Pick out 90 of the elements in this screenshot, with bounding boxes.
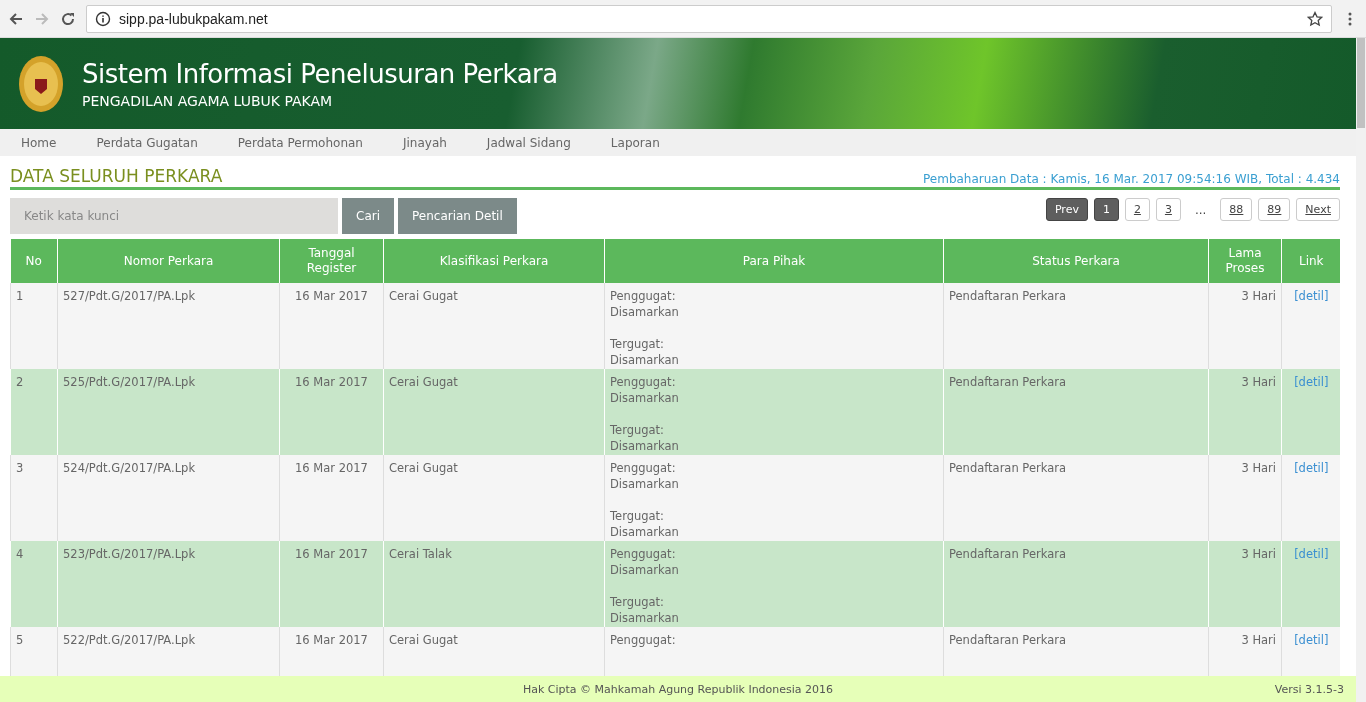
party-text: Penggugat: [610, 632, 677, 648]
table-cell: 3 Hari [1208, 455, 1282, 541]
party-text: Tergugat: [610, 336, 665, 352]
party-text: Disamarkan [610, 524, 680, 540]
table-cell: 524/Pdt.G/2017/PA.Lpk [57, 455, 280, 541]
page-link[interactable]: 1 [1093, 198, 1119, 221]
party-text: Disamarkan [610, 438, 680, 454]
nav-link[interactable]: Jadwal Sidang [486, 135, 571, 150]
column-header: No [10, 239, 58, 283]
table-cell: Pendaftaran Perkara [943, 369, 1209, 455]
table-cell: 3 Hari [1208, 541, 1282, 627]
table-cell: 3 Hari [1208, 283, 1282, 369]
party-text: Disamarkan [610, 476, 680, 492]
table-cell: 16 Mar 2017 [279, 369, 384, 455]
scrollbar-thumb[interactable] [1357, 38, 1365, 128]
back-icon[interactable] [8, 10, 24, 27]
nav-link[interactable]: Laporan [610, 135, 660, 150]
table-cell: 5 [10, 627, 58, 676]
table-cell: 522/Pdt.G/2017/PA.Lpk [57, 627, 280, 676]
party-text: Tergugat: [610, 422, 665, 438]
party-text: Tergugat: [610, 594, 665, 610]
table-cell: Cerai Gugat [383, 283, 605, 369]
page-link[interactable]: 2 [1124, 198, 1150, 221]
table-cell: 16 Mar 2017 [279, 455, 384, 541]
table-cell: Pendaftaran Perkara [943, 283, 1209, 369]
detail-link[interactable]: [detil] [1294, 289, 1329, 303]
detail-link[interactable]: [detil] [1294, 461, 1329, 475]
table-cell: 2 [10, 369, 58, 455]
scrollbar[interactable] [1356, 38, 1366, 702]
table-cell: 4 [10, 541, 58, 627]
nav-link[interactable]: Home [21, 135, 57, 150]
site-title: Sistem Informasi Penelusuran Perkara [82, 58, 558, 89]
table-cell: Cerai Gugat [383, 455, 605, 541]
party-text: Disamarkan [610, 390, 680, 406]
address-bar[interactable]: sipp.pa-lubukpakam.net [86, 4, 1332, 33]
table-cell: Cerai Gugat [383, 369, 605, 455]
table-cell: Pendaftaran Perkara [943, 455, 1209, 541]
page-link[interactable]: 88 [1220, 198, 1253, 221]
page-link[interactable]: 3 [1155, 198, 1181, 221]
party-text: Disamarkan [610, 562, 680, 578]
party-text: Penggugat: [610, 374, 677, 390]
table-cell: 16 Mar 2017 [279, 627, 384, 676]
nav-link[interactable]: Perdata Gugatan [96, 135, 198, 150]
nav-link[interactable]: Jinayah [402, 135, 447, 150]
copyright-text: Hak Cipta © Mahkamah Agung Republik Indonesia 2016 [522, 682, 834, 696]
party-text: Disamarkan [610, 304, 680, 320]
bookmark-star-icon[interactable] [1307, 10, 1323, 27]
pagination-ellipsis: ... [1193, 202, 1208, 217]
reload-icon[interactable] [60, 10, 76, 27]
table-cell: Cerai Talak [383, 541, 605, 627]
detail-link[interactable]: [detil] [1294, 633, 1329, 647]
table-cell: Cerai Gugat [383, 627, 605, 676]
search-field[interactable]: Ketik kata kunci [10, 197, 338, 234]
column-header: Nomor Perkara [57, 239, 280, 283]
table-cell: 16 Mar 2017 [279, 283, 384, 369]
info-icon [95, 10, 111, 27]
party-text: Penggugat: [610, 460, 677, 476]
party-text: Disamarkan [610, 352, 680, 368]
party-text: Penggugat: [610, 546, 677, 562]
column-header: Link [1281, 239, 1340, 283]
table-cell: Pendaftaran Perkara [943, 627, 1209, 676]
table-cell: 1 [10, 283, 58, 369]
table-cell: 3 Hari [1208, 369, 1282, 455]
version-text: Versi 3.1.5-3 [1273, 682, 1344, 696]
party-text: Penggugat: [610, 288, 677, 304]
table-cell: 523/Pdt.G/2017/PA.Lpk [57, 541, 280, 627]
update-info: Pembaharuan Data : Kamis, 16 Mar. 2017 09:54:16 WIB, Total : 4.434 [923, 172, 1340, 186]
column-header: Status Perkara [943, 239, 1209, 283]
party-text: Disamarkan [610, 610, 680, 626]
column-header: Klasifikasi Perkara [383, 239, 605, 283]
next-link[interactable]: Next [1296, 198, 1340, 221]
search-button[interactable]: Cari [342, 197, 394, 234]
page-link[interactable]: 89 [1258, 198, 1291, 221]
url-text: sipp.pa-lubukpakam.net [119, 10, 269, 27]
page-title: DATA SELURUH PERKARA [10, 166, 223, 186]
site-subtitle: PENGADILAN AGAMA LUBUK PAKAM [82, 92, 334, 109]
table-cell: 3 [10, 455, 58, 541]
table-cell: Pendaftaran Perkara [943, 541, 1209, 627]
nav-link[interactable]: Perdata Permohonan [237, 135, 363, 150]
emblem-icon [18, 54, 64, 113]
column-header: Tanggal Register [279, 239, 384, 283]
detail-search-button[interactable]: Pencarian Detil [398, 197, 517, 234]
table-cell: 525/Pdt.G/2017/PA.Lpk [57, 369, 280, 455]
table-cell: 16 Mar 2017 [279, 541, 384, 627]
column-header: Para Pihak [604, 239, 944, 283]
table-cell: 527/Pdt.G/2017/PA.Lpk [57, 283, 280, 369]
column-header: Lama Proses [1208, 239, 1282, 283]
prev-button[interactable]: Prev [1045, 198, 1088, 221]
party-text: Tergugat: [610, 508, 665, 524]
table-cell: 3 Hari [1208, 627, 1282, 676]
